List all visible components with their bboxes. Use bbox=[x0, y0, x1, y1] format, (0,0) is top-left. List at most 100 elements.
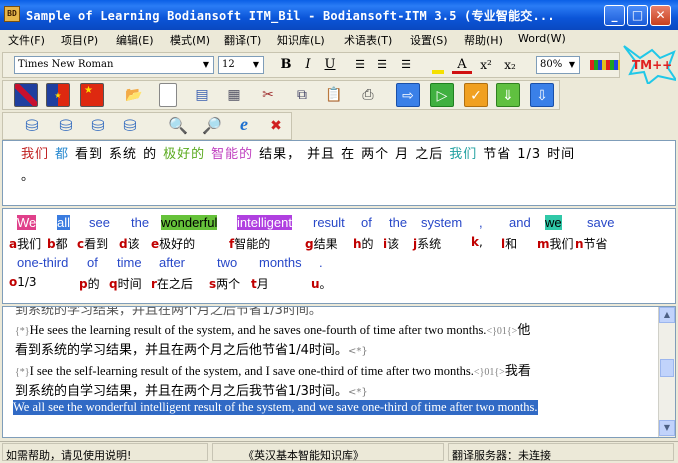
selected-segment[interactable]: We all see the wonderful intelligent res… bbox=[13, 400, 538, 415]
insert-next-icon[interactable]: ▷ bbox=[430, 83, 454, 107]
font-color-button[interactable]: A bbox=[452, 56, 472, 74]
underline-button[interactable]: U bbox=[320, 56, 340, 74]
zoom-select[interactable]: 80% ▼ bbox=[536, 56, 580, 74]
search-icon[interactable]: 🔍 bbox=[166, 114, 190, 138]
memory-entry-chinese[interactable]: 到系统的自学习结果，并且在两个月之后我节省1/3时间。<*} bbox=[15, 380, 368, 399]
aligned-word[interactable]: two bbox=[217, 255, 237, 270]
scroll-up-icon[interactable]: ▲ bbox=[659, 307, 675, 323]
alignment-pane[interactable]: We all see the wonderful intelligent res… bbox=[2, 208, 676, 304]
chevron-down-icon[interactable]: ▼ bbox=[249, 57, 263, 73]
menu-help[interactable]: 帮助(H) bbox=[464, 32, 503, 48]
tm-plus-badge[interactable]: TM++ bbox=[622, 44, 676, 84]
scroll-down-icon[interactable]: ▼ bbox=[659, 420, 675, 436]
memory-pane[interactable]: 到系统的学习结果，并且在两个月之后节省1/3时间。 {*}He sees the… bbox=[2, 306, 676, 438]
document-icon[interactable]: ▦ bbox=[222, 83, 246, 107]
source-word[interactable]: 的 bbox=[143, 143, 157, 162]
source-word[interactable]: 结果， bbox=[259, 143, 301, 162]
subscript-button[interactable]: x₂ bbox=[500, 56, 520, 74]
bold-button[interactable]: B bbox=[276, 56, 296, 74]
aligned-word[interactable]: the bbox=[131, 215, 149, 230]
down-arrow-icon[interactable]: ⇩ bbox=[530, 83, 554, 107]
font-size-select[interactable]: 12 ▼ bbox=[218, 56, 264, 74]
aligned-chinese[interactable]: 看到 bbox=[84, 237, 108, 251]
source-word[interactable]: 极好的 bbox=[163, 143, 205, 162]
memory-entry-english[interactable]: {*}He sees the learning result of the sy… bbox=[15, 319, 530, 338]
source-word[interactable]: 并且 bbox=[307, 143, 335, 162]
italic-button[interactable]: I bbox=[298, 56, 318, 74]
source-word[interactable]: 在 bbox=[341, 143, 355, 162]
aligned-word[interactable]: save bbox=[587, 215, 614, 230]
aligned-chinese[interactable]: 极好的 bbox=[159, 237, 195, 251]
source-word[interactable]: 系统 bbox=[109, 143, 137, 162]
aligned-word[interactable]: and bbox=[509, 215, 531, 230]
source-pane[interactable]: 我们都看到 系统的极好的 智能的 结果， 并且在两个月之后 我们 节省 1/3 时间 。 bbox=[2, 140, 676, 206]
menu-knowledge-base[interactable]: 知识库(L) bbox=[277, 32, 325, 48]
aligned-word[interactable]: we bbox=[545, 215, 562, 230]
menu-glossary[interactable]: 术语表(T) bbox=[344, 32, 392, 48]
close-button[interactable]: ✕ bbox=[650, 5, 671, 26]
maximize-button[interactable]: □ bbox=[627, 5, 648, 26]
aligned-word[interactable]: one-third bbox=[17, 255, 68, 270]
aligned-chinese[interactable]: 智能的 bbox=[234, 237, 270, 251]
uk-flag-icon[interactable] bbox=[14, 83, 38, 107]
font-name-select[interactable]: Times New Roman ▼ bbox=[14, 56, 214, 74]
database-info-icon[interactable]: ⛁ bbox=[118, 114, 142, 138]
aligned-chinese[interactable]: 都 bbox=[56, 237, 68, 251]
paste-icon[interactable]: 📋 bbox=[322, 83, 346, 107]
new-document-icon[interactable] bbox=[159, 83, 177, 107]
aligned-chinese[interactable]: 我们 bbox=[550, 237, 574, 251]
chevron-down-icon[interactable]: ▼ bbox=[199, 57, 213, 73]
app-icon[interactable]: BD bbox=[4, 6, 20, 22]
source-word[interactable]: 都 bbox=[55, 143, 69, 162]
aligned-word[interactable]: time bbox=[117, 255, 142, 270]
internet-explorer-icon[interactable]: e bbox=[232, 114, 256, 138]
aligned-chinese[interactable]: 1/3 bbox=[17, 275, 36, 289]
aligned-word[interactable]: system bbox=[421, 215, 462, 230]
next-arrow-icon[interactable]: ⇨ bbox=[396, 83, 420, 107]
check-icon[interactable]: ✓ bbox=[464, 83, 488, 107]
menu-word[interactable]: Word(W) bbox=[518, 32, 566, 45]
aligned-word[interactable]: , bbox=[479, 215, 483, 230]
source-word[interactable]: 我们 bbox=[21, 143, 49, 162]
aligned-chinese[interactable]: 系统 bbox=[417, 237, 441, 251]
menu-project[interactable]: 项目(P) bbox=[61, 32, 98, 48]
aligned-chinese[interactable]: 的 bbox=[88, 277, 100, 291]
align-center-button[interactable]: ☰ bbox=[372, 56, 392, 74]
source-word[interactable]: 智能的 bbox=[211, 143, 253, 162]
menu-settings[interactable]: 设置(S) bbox=[410, 32, 448, 48]
source-word[interactable]: 时间 bbox=[547, 143, 575, 162]
memory-entry-chinese[interactable]: 看到系统的学习结果，并且在两个月之后他节省1/4时间。<*} bbox=[15, 339, 368, 358]
minimize-button[interactable]: _ bbox=[604, 5, 625, 26]
source-word[interactable]: 节省 bbox=[483, 143, 511, 162]
menu-edit[interactable]: 编辑(E) bbox=[116, 32, 154, 48]
cut-icon[interactable]: ✂ bbox=[256, 83, 280, 107]
vertical-scrollbar[interactable]: ▲ ▼ bbox=[658, 307, 675, 437]
en-zh-flag-icon[interactable]: ★ bbox=[46, 83, 70, 107]
aligned-chinese[interactable]: 两个 bbox=[216, 277, 240, 291]
aligned-chinese[interactable]: 。 bbox=[320, 277, 332, 291]
aligned-chinese[interactable]: 时间 bbox=[118, 277, 142, 291]
check-down-icon[interactable]: ⇓ bbox=[496, 83, 520, 107]
menu-file[interactable]: 文件(F) bbox=[8, 32, 45, 48]
database-save-icon[interactable]: ⛁ bbox=[86, 114, 110, 138]
print-icon[interactable]: ⎙ bbox=[356, 83, 380, 107]
menu-translate[interactable]: 翻译(T) bbox=[224, 32, 261, 48]
save-icon[interactable]: ▤ bbox=[190, 83, 214, 107]
aligned-word[interactable]: wonderful bbox=[161, 215, 218, 230]
source-word[interactable]: 1/3 bbox=[517, 147, 541, 162]
color-palette-icon[interactable] bbox=[590, 60, 620, 70]
copy-icon[interactable]: ⧉ bbox=[290, 83, 314, 107]
source-word[interactable]: 之后 bbox=[415, 143, 443, 162]
aligned-word[interactable]: of bbox=[87, 255, 98, 270]
open-folder-icon[interactable]: 📂 bbox=[122, 83, 146, 107]
aligned-word[interactable]: all bbox=[57, 215, 71, 230]
aligned-chinese[interactable]: 的 bbox=[362, 237, 374, 251]
source-word[interactable]: 我们 bbox=[449, 143, 477, 162]
aligned-chinese[interactable]: , bbox=[479, 235, 483, 249]
align-left-button[interactable]: ☰ bbox=[350, 56, 370, 74]
database-icon[interactable]: ⛁ bbox=[20, 114, 44, 138]
aligned-chinese[interactable]: 和 bbox=[505, 237, 517, 251]
aligned-word[interactable]: the bbox=[389, 215, 407, 230]
aligned-chinese[interactable]: 节省 bbox=[584, 237, 608, 251]
aligned-word[interactable]: We bbox=[17, 215, 37, 230]
